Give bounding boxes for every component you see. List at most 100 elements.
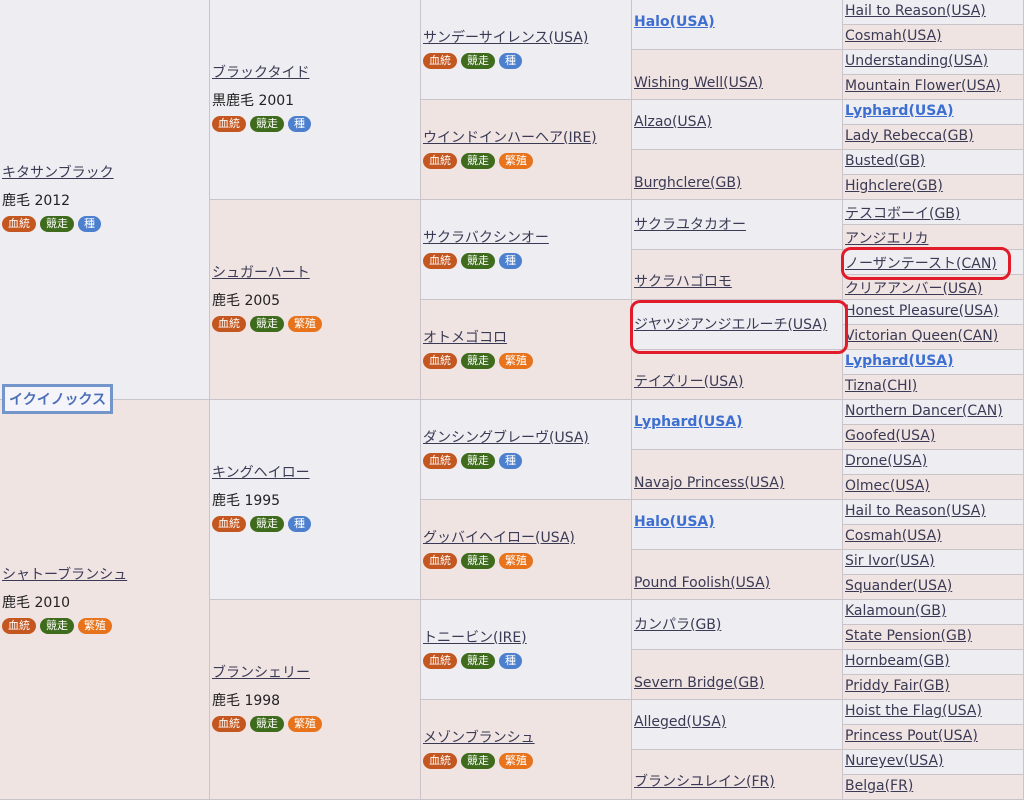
- horse-name-link[interactable]: Halo(USA): [634, 14, 715, 30]
- badge-breed[interactable]: 繁殖: [499, 553, 533, 569]
- horse-name-link[interactable]: テスコボーイ(GB): [845, 203, 960, 223]
- horse-name-link[interactable]: Lyphard(USA): [845, 353, 954, 369]
- horse-name-link[interactable]: Nureyev(USA): [845, 753, 944, 769]
- badge-sire[interactable]: 種: [499, 653, 522, 669]
- horse-name-link[interactable]: Belga(FR): [845, 778, 913, 794]
- horse-name-link[interactable]: Hail to Reason(USA): [845, 503, 986, 519]
- horse-name-link[interactable]: Halo(USA): [634, 514, 715, 530]
- badge-blood[interactable]: 血統: [423, 553, 457, 569]
- badge-blood[interactable]: 血統: [423, 453, 457, 469]
- badge-breed[interactable]: 繁殖: [288, 716, 322, 732]
- badge-breed[interactable]: 繁殖: [499, 753, 533, 769]
- badge-race[interactable]: 競走: [461, 253, 495, 269]
- horse-name-link[interactable]: トニービン(IRE): [423, 627, 527, 647]
- badge-breed[interactable]: 繁殖: [499, 353, 533, 369]
- horse-name-link[interactable]: Goofed(USA): [845, 428, 935, 444]
- horse-name-link[interactable]: シャトーブランシュ: [2, 564, 127, 584]
- horse-name-link[interactable]: カンパラ(GB): [634, 614, 721, 634]
- badge-blood[interactable]: 血統: [212, 116, 246, 132]
- horse-name-link[interactable]: サクラバクシンオー: [423, 227, 549, 247]
- badge-race[interactable]: 競走: [461, 453, 495, 469]
- horse-name-link[interactable]: Understanding(USA): [845, 53, 988, 69]
- horse-name-link[interactable]: Kalamoun(GB): [845, 603, 946, 619]
- badge-race[interactable]: 競走: [461, 553, 495, 569]
- horse-name-link[interactable]: キングヘイロー: [212, 462, 310, 482]
- horse-name-link[interactable]: サクラハゴロモ: [634, 271, 732, 291]
- horse-name-link[interactable]: Olmec(USA): [845, 478, 930, 494]
- badge-sire[interactable]: 種: [499, 253, 522, 269]
- horse-name-link[interactable]: アンジエリカ: [845, 228, 928, 248]
- horse-name-link[interactable]: Honest Pleasure(USA): [845, 303, 998, 319]
- horse-name-link[interactable]: Princess Pout(USA): [845, 728, 978, 744]
- badge-race[interactable]: 競走: [461, 153, 495, 169]
- horse-name-link[interactable]: Navajo Princess(USA): [634, 475, 784, 491]
- badge-blood[interactable]: 血統: [212, 716, 246, 732]
- badge-race[interactable]: 競走: [250, 716, 284, 732]
- horse-name-link[interactable]: Lady Rebecca(GB): [845, 128, 974, 144]
- badge-blood[interactable]: 血統: [2, 216, 36, 232]
- badge-race[interactable]: 競走: [461, 353, 495, 369]
- badge-sire[interactable]: 種: [288, 516, 311, 532]
- badge-breed[interactable]: 繁殖: [78, 618, 112, 634]
- horse-name-link[interactable]: Hornbeam(GB): [845, 653, 950, 669]
- badge-sire[interactable]: 種: [499, 53, 522, 69]
- horse-name-link[interactable]: サクラユタカオー: [634, 214, 746, 234]
- horse-name-link[interactable]: グッバイヘイロー(USA): [423, 527, 575, 547]
- badge-race[interactable]: 競走: [250, 316, 284, 332]
- horse-name-link[interactable]: Alleged(USA): [634, 714, 726, 730]
- horse-name-link[interactable]: Priddy Fair(GB): [845, 678, 950, 694]
- horse-name-link[interactable]: Squander(USA): [845, 578, 952, 594]
- badge-race[interactable]: 競走: [250, 116, 284, 132]
- horse-name-link[interactable]: Severn Bridge(GB): [634, 675, 764, 691]
- horse-name-link[interactable]: Hoist the Flag(USA): [845, 703, 982, 719]
- badge-race[interactable]: 競走: [461, 53, 495, 69]
- badge-race[interactable]: 競走: [250, 516, 284, 532]
- horse-name-link[interactable]: ジヤツジアンジエルーチ(USA): [634, 314, 827, 334]
- horse-name-link[interactable]: クリアアンバー(USA): [845, 278, 982, 298]
- horse-name-link[interactable]: ブランシユレイン(FR): [634, 771, 775, 791]
- horse-name-link[interactable]: Burghclere(GB): [634, 175, 741, 191]
- badge-blood[interactable]: 血統: [423, 253, 457, 269]
- badge-blood[interactable]: 血統: [212, 316, 246, 332]
- badge-sire[interactable]: 種: [499, 453, 522, 469]
- badge-blood[interactable]: 血統: [2, 618, 36, 634]
- badge-blood[interactable]: 血統: [423, 153, 457, 169]
- horse-name-link[interactable]: Pound Foolish(USA): [634, 575, 770, 591]
- badge-race[interactable]: 競走: [40, 618, 74, 634]
- badge-sire[interactable]: 種: [78, 216, 101, 232]
- badge-race[interactable]: 競走: [461, 653, 495, 669]
- horse-name-link[interactable]: メゾンブランシュ: [423, 727, 535, 747]
- horse-name-link[interactable]: Mountain Flower(USA): [845, 78, 1001, 94]
- horse-name-link[interactable]: Northern Dancer(CAN): [845, 403, 1003, 419]
- horse-name-link[interactable]: ノーザンテースト(CAN): [845, 253, 997, 273]
- badge-blood[interactable]: 血統: [423, 753, 457, 769]
- horse-name-link[interactable]: Wishing Well(USA): [634, 75, 763, 91]
- horse-name-link[interactable]: オトメゴコロ: [423, 327, 507, 347]
- horse-name-link[interactable]: Drone(USA): [845, 453, 927, 469]
- badge-sire[interactable]: 種: [288, 116, 311, 132]
- horse-name-link[interactable]: Alzao(USA): [634, 114, 712, 130]
- horse-name-link[interactable]: ウインドインハーヘア(IRE): [423, 127, 597, 147]
- badge-breed[interactable]: 繁殖: [499, 153, 533, 169]
- horse-name-link[interactable]: Lyphard(USA): [634, 414, 743, 430]
- horse-name-link[interactable]: Highclere(GB): [845, 178, 943, 194]
- horse-name-link[interactable]: ブランシェリー: [212, 662, 310, 682]
- horse-name-link[interactable]: ブラックタイド: [212, 62, 309, 82]
- horse-name-link[interactable]: Hail to Reason(USA): [845, 3, 986, 19]
- horse-name-link[interactable]: State Pension(GB): [845, 628, 972, 644]
- badge-blood[interactable]: 血統: [212, 516, 246, 532]
- horse-name-link[interactable]: キタサンブラック: [2, 162, 114, 182]
- badge-race[interactable]: 競走: [461, 753, 495, 769]
- badge-race[interactable]: 競走: [40, 216, 74, 232]
- badge-blood[interactable]: 血統: [423, 653, 457, 669]
- horse-name-link[interactable]: ダンシングブレーヴ(USA): [423, 427, 589, 447]
- badge-blood[interactable]: 血統: [423, 53, 457, 69]
- badge-blood[interactable]: 血統: [423, 353, 457, 369]
- horse-name-link[interactable]: テイズリー(USA): [634, 371, 743, 391]
- horse-name-link[interactable]: サンデーサイレンス(USA): [423, 27, 588, 47]
- horse-name-link[interactable]: Cosmah(USA): [845, 28, 942, 44]
- horse-name-link[interactable]: Busted(GB): [845, 153, 925, 169]
- horse-name-link[interactable]: Lyphard(USA): [845, 103, 954, 119]
- horse-name-link[interactable]: Cosmah(USA): [845, 528, 942, 544]
- horse-name-link[interactable]: Victorian Queen(CAN): [845, 328, 998, 344]
